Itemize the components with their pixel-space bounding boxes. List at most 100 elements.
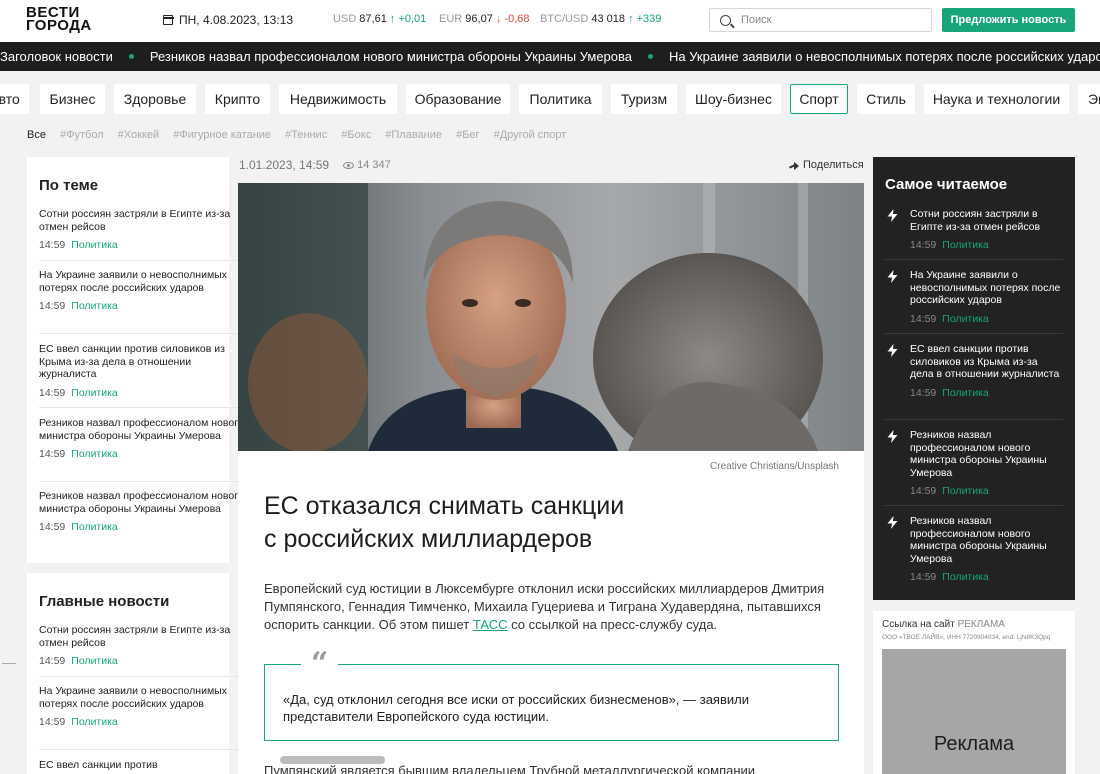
news-rubric[interactable]: Политика — [942, 571, 989, 583]
news-rubric[interactable]: Политика — [942, 239, 989, 251]
lightning-icon — [887, 344, 898, 357]
category-sport[interactable]: Спорт — [790, 84, 848, 114]
news-title[interactable]: ЕС ввел санкции против силовиков из Крым… — [39, 343, 244, 381]
list-item[interactable]: Резников назвал профессионалом нового ми… — [39, 417, 244, 482]
ad-placeholder-text: Реклама — [933, 733, 1015, 755]
news-rubric[interactable]: Политика — [71, 716, 118, 728]
share-label: Поделиться — [803, 159, 864, 171]
news-title[interactable]: Резников назвал профессионалом нового ми… — [910, 515, 1063, 565]
list-item[interactable]: На Украине заявили о невосполнимых потер… — [39, 685, 244, 750]
ad-link-text[interactable]: Ссылка на сайт — [882, 619, 955, 630]
search-input[interactable] — [741, 14, 921, 26]
ticker-item[interactable]: На Украине заявили о невосполнимых потер… — [659, 49, 1100, 64]
ad-banner[interactable]: Реклама — [882, 649, 1066, 774]
news-rubric[interactable]: Политика — [71, 239, 118, 251]
list-item[interactable]: ЕС ввел санкции против — [39, 759, 244, 774]
category-education[interactable]: Образование — [406, 84, 510, 114]
related-news-title: По теме — [39, 177, 99, 194]
rate-label: USD — [333, 13, 357, 25]
list-item[interactable]: Резников назвал профессионалом нового ми… — [885, 429, 1063, 506]
ticker-item[interactable]: Заголовок новости — [0, 49, 123, 64]
article-views: 14 347 — [357, 159, 391, 171]
rate-usd: USD 87,61 ↑ +0,01 — [333, 13, 426, 25]
news-rubric[interactable]: Политика — [71, 448, 118, 460]
category-crypto[interactable]: Крипто — [205, 84, 270, 114]
tag-swimming[interactable]: #Плавание — [385, 129, 442, 141]
list-item[interactable]: Сотни россиян застряли в Египте из-за от… — [885, 208, 1063, 260]
news-rubric[interactable]: Политика — [942, 485, 989, 497]
category-business[interactable]: Бизнес — [40, 84, 105, 114]
news-rubric[interactable]: Политика — [942, 387, 989, 399]
share-icon — [789, 161, 799, 170]
list-item[interactable]: Резников назвал профессионалом нового ми… — [39, 490, 244, 555]
news-time: 14:59 — [910, 485, 937, 497]
list-item[interactable]: Резников назвал профессионалом нового ми… — [885, 515, 1063, 592]
category-science[interactable]: Наука и технологии — [924, 84, 1069, 114]
list-item[interactable]: На Украине заявили о невосполнимых потер… — [885, 269, 1063, 334]
tag-all[interactable]: Все — [27, 129, 46, 141]
news-time: 14:59 — [910, 312, 937, 325]
news-title[interactable]: Резников назвал профессионалом нового ми… — [39, 490, 244, 515]
site-logo[interactable]: ВЕСТИ ГОРОДА — [26, 5, 92, 33]
tag-figure-skating[interactable]: #Фигурное катание — [173, 129, 271, 141]
news-title[interactable]: Сотни россиян застряли в Египте из-за от… — [39, 208, 244, 233]
search-box[interactable] — [709, 8, 932, 32]
tag-running[interactable]: #Бег — [456, 129, 479, 141]
category-style[interactable]: Стиль — [857, 84, 915, 114]
list-item[interactable]: ЕС ввел санкции против силовиков из Крым… — [39, 343, 244, 408]
news-title[interactable]: ЕС ввел санкции против — [39, 759, 244, 772]
news-rubric[interactable]: Политика — [942, 313, 989, 325]
news-rubric[interactable]: Политика — [71, 655, 118, 667]
news-title[interactable]: Сотни россиян застряли в Египте из-за от… — [910, 208, 1063, 233]
ad-block: Ссылка на сайт РЕКЛАМА ООО «ТВОЁ ЛАЙВ», … — [873, 611, 1075, 774]
lightning-icon — [887, 516, 898, 529]
category-auto[interactable]: Авто — [0, 84, 29, 114]
rate-change: ↑ +0,01 — [389, 13, 427, 25]
news-title[interactable]: ЕС ввел санкции против силовиков из Крым… — [910, 343, 1063, 381]
news-time: 14:59 — [910, 239, 937, 251]
list-item[interactable]: Сотни россиян застряли в Египте из-за от… — [39, 208, 244, 261]
lightning-icon — [887, 209, 898, 222]
rate-value: 96,07 — [465, 13, 493, 25]
news-title[interactable]: На Украине заявили о невосполнимых потер… — [910, 269, 1063, 307]
photo-credit: Creative Christians/Unsplash — [710, 461, 839, 472]
news-rubric[interactable]: Политика — [71, 521, 118, 533]
list-item[interactable]: Сотни россиян застряли в Египте из-за от… — [39, 624, 244, 677]
tag-hockey[interactable]: #Хоккей — [118, 129, 159, 141]
search-icon[interactable] — [720, 14, 731, 26]
category-showbiz[interactable]: Шоу-бизнес — [686, 84, 781, 114]
top-bar: ВЕСТИ ГОРОДА ПН, 4.08.2023, 13:13 USD 87… — [0, 0, 1100, 42]
news-title[interactable]: На Украине заявили о невосполнимых потер… — [39, 269, 244, 294]
suggest-news-button[interactable]: Предложить новость — [942, 8, 1075, 32]
tag-football[interactable]: #Футбол — [60, 129, 104, 141]
list-item[interactable]: ЕС ввел санкции против силовиков из Крым… — [885, 343, 1063, 420]
list-item[interactable]: На Украине заявили о невосполнимых потер… — [39, 269, 244, 334]
article-body: Creative Christians/Unsplash ЕС отказалс… — [238, 451, 864, 774]
news-title[interactable]: Резников назвал профессионалом нового ми… — [39, 417, 244, 442]
ticker-separator-icon — [648, 54, 654, 59]
article-photo — [238, 183, 864, 451]
category-politics[interactable]: Политика — [519, 84, 602, 114]
most-read-title: Самое читаемое — [885, 176, 1008, 193]
ad-label: РЕКЛАМА — [957, 619, 1005, 630]
category-economy[interactable]: Экономика — [1078, 84, 1100, 114]
tag-other-sport[interactable]: #Другой спорт — [494, 129, 567, 141]
ticker-item[interactable]: Резников назвал профессионалом нового ми… — [140, 49, 642, 64]
category-tourism[interactable]: Туризм — [611, 84, 677, 114]
news-rubric[interactable]: Политика — [71, 300, 118, 312]
rate-label: BTC/USD — [540, 13, 589, 25]
tag-tennis[interactable]: #Теннис — [285, 129, 327, 141]
ad-link[interactable]: Ссылка на сайт РЕКЛАМА — [882, 619, 1005, 630]
category-realty[interactable]: Недвижимость — [279, 84, 397, 114]
photo-illustration — [238, 183, 864, 451]
share-button[interactable]: Поделиться — [789, 159, 864, 171]
news-title[interactable]: Резников назвал профессионалом нового ми… — [910, 429, 1063, 479]
category-health[interactable]: Здоровье — [114, 84, 196, 114]
news-title[interactable]: Сотни россиян застряли в Египте из-за от… — [39, 624, 244, 649]
article-meta: 1.01.2023, 14:59 14 347 — [239, 158, 391, 172]
news-title[interactable]: На Украине заявили о невосполнимых потер… — [39, 685, 244, 710]
tass-link[interactable]: ТАСС — [473, 617, 508, 632]
tag-boxing[interactable]: #Бокс — [341, 129, 371, 141]
news-rubric[interactable]: Политика — [71, 387, 118, 399]
rate-value: 43 018 — [591, 13, 625, 25]
